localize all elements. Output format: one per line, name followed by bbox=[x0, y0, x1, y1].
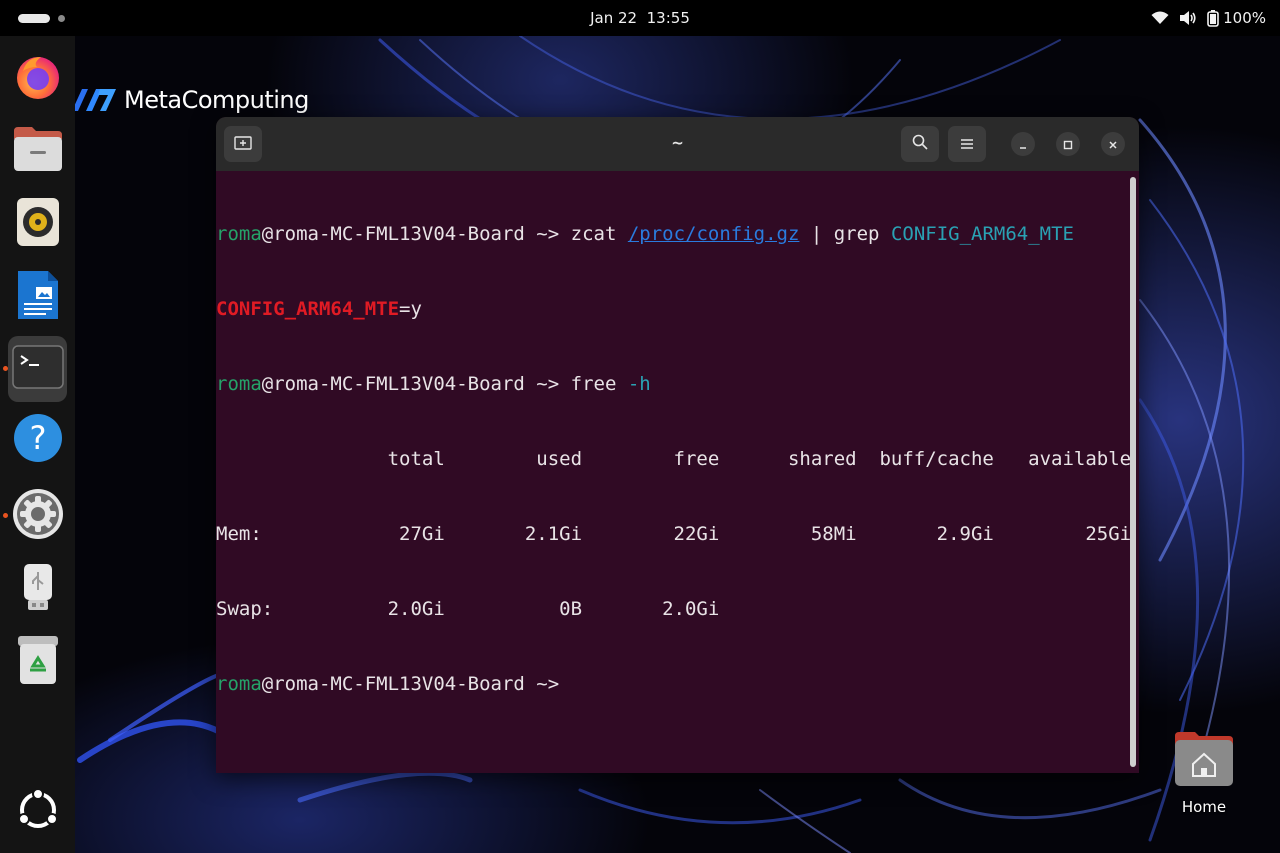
top-bar: Jan 22 13:55 100% bbox=[0, 0, 1280, 36]
battery-percentage: 100% bbox=[1223, 9, 1266, 27]
prompt-host: @roma-MC-FML13V04-Board ~> bbox=[261, 373, 571, 395]
dock-trash[interactable] bbox=[8, 631, 67, 693]
clock-time: 13:55 bbox=[646, 9, 690, 27]
command-pipe-grep: | grep bbox=[799, 223, 891, 245]
command-free-flag: -h bbox=[627, 373, 651, 395]
prompt-host: @roma-MC-FML13V04-Board ~> bbox=[261, 223, 571, 245]
show-apps-icon bbox=[16, 788, 60, 836]
minimize-icon bbox=[1018, 135, 1028, 154]
activities-indicator[interactable] bbox=[18, 13, 65, 23]
prompt-user: roma bbox=[216, 373, 262, 395]
settings-icon bbox=[12, 488, 64, 544]
search-icon bbox=[912, 134, 928, 154]
dock-settings[interactable] bbox=[8, 485, 67, 547]
rhythmbox-icon bbox=[16, 197, 60, 251]
trash-icon bbox=[16, 634, 60, 690]
terminal-line-grep-output: CONFIG_ARM64_MTE=y bbox=[216, 297, 1126, 322]
close-button[interactable] bbox=[1101, 132, 1125, 156]
grep-match-value: =y bbox=[399, 298, 422, 320]
files-icon bbox=[12, 125, 64, 177]
metacomputing-logo-mark bbox=[72, 89, 116, 111]
clock: Jan 22 13:55 bbox=[0, 9, 1280, 27]
usb-drive-icon bbox=[22, 562, 54, 616]
workspace-dot bbox=[58, 14, 65, 22]
command-zcat: zcat bbox=[570, 223, 628, 245]
grep-match: CONFIG_ARM64_MTE bbox=[216, 298, 400, 320]
terminal-output[interactable]: roma@roma-MC-FML13V04-Board ~> zcat /pro… bbox=[216, 171, 1132, 773]
terminal-line-command-zcat: roma@roma-MC-FML13V04-Board ~> zcat /pro… bbox=[216, 222, 1126, 247]
free-output-swap: Swap: 2.0Gi 0B 2.0Gi bbox=[216, 598, 720, 620]
dock-terminal[interactable] bbox=[8, 336, 67, 402]
dock-firefox[interactable] bbox=[8, 47, 67, 109]
prompt-user: roma bbox=[216, 223, 262, 245]
close-icon bbox=[1108, 135, 1118, 154]
workspace-active-pill bbox=[18, 13, 50, 23]
svg-text:?: ? bbox=[29, 419, 46, 457]
command-path-link[interactable]: /proc/config.gz bbox=[628, 223, 800, 245]
system-tray[interactable]: 100% bbox=[1151, 9, 1266, 27]
free-output-header: total used free shared buff/cache availa… bbox=[216, 448, 1132, 470]
dock-usb-drive[interactable] bbox=[8, 558, 67, 620]
desktop-home-folder[interactable]: Home bbox=[1168, 728, 1240, 816]
hamburger-menu-icon bbox=[960, 135, 974, 154]
dock-libreoffice-writer[interactable] bbox=[8, 266, 67, 328]
dock-show-apps[interactable] bbox=[8, 781, 67, 843]
battery-icon bbox=[1207, 9, 1219, 27]
home-folder-label: Home bbox=[1181, 798, 1227, 816]
metacomputing-logo-text: MetaComputing bbox=[124, 86, 309, 114]
clock-date-time[interactable]: Jan 22 13:55 bbox=[590, 9, 690, 27]
command-grep-pattern: CONFIG_ARM64_MTE bbox=[890, 223, 1074, 245]
prompt-host: @roma-MC-FML13V04-Board ~> bbox=[261, 673, 571, 695]
dock-help[interactable]: ? bbox=[8, 409, 67, 471]
terminal-line-prompt[interactable]: roma@roma-MC-FML13V04-Board ~> bbox=[216, 672, 1126, 697]
prompt-user: roma bbox=[216, 673, 262, 695]
clock-date: Jan 22 bbox=[590, 9, 638, 27]
wifi-icon bbox=[1151, 11, 1169, 25]
help-icon: ? bbox=[13, 413, 63, 467]
window-title: ~ bbox=[671, 134, 684, 152]
volume-icon bbox=[1179, 10, 1197, 26]
menu-button[interactable] bbox=[948, 126, 986, 162]
search-button[interactable] bbox=[901, 126, 939, 162]
free-output-mem: Mem: 27Gi 2.1Gi 22Gi 58Mi 2.9Gi 25Gi bbox=[216, 523, 1132, 545]
terminal-window[interactable]: ~ roma@roma-MC-FML13V04-Board ~> zcat /p… bbox=[216, 117, 1139, 773]
terminal-scrollbar[interactable] bbox=[1130, 177, 1136, 767]
terminal-icon bbox=[11, 345, 64, 393]
home-folder-icon bbox=[1171, 732, 1237, 794]
dock: ? bbox=[0, 36, 75, 853]
minimize-button[interactable] bbox=[1011, 132, 1035, 156]
terminal-line-command-free: roma@roma-MC-FML13V04-Board ~> free -h bbox=[216, 372, 1126, 397]
dock-rhythmbox[interactable] bbox=[8, 193, 67, 255]
libreoffice-writer-icon bbox=[16, 269, 60, 325]
maximize-icon bbox=[1063, 135, 1073, 154]
terminal-titlebar[interactable]: ~ bbox=[216, 117, 1139, 171]
firefox-icon bbox=[13, 51, 63, 105]
maximize-button[interactable] bbox=[1056, 132, 1080, 156]
command-free: free bbox=[570, 373, 628, 395]
metacomputing-logo: MetaComputing bbox=[70, 86, 309, 114]
dock-files[interactable] bbox=[8, 120, 67, 182]
